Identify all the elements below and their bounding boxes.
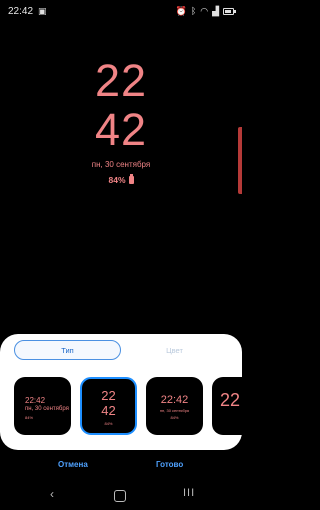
clock-battery: 84% <box>0 174 242 185</box>
wifi-icon: ◠ <box>200 5 209 16</box>
thumb-hour: 22 <box>101 388 116 403</box>
home-button[interactable] <box>114 490 126 502</box>
battery-icon <box>223 7 236 15</box>
status-bar: 22:42 ▣ ⏰ ᛒ ◠ ▟ <box>0 0 242 22</box>
status-time: 22:42 <box>8 5 34 17</box>
battery-icon <box>128 174 134 184</box>
alarm-icon: ⏰ <box>175 5 187 16</box>
thumb-date: пн, 30 сентября <box>159 408 190 413</box>
tab-type[interactable]: Тип <box>14 340 121 360</box>
edge-panel-handle[interactable] <box>238 127 242 194</box>
clock-style-sheet: Тип Цвет 22:42 пн, 30 сентября 84% 22 42… <box>0 334 242 450</box>
cancel-button[interactable]: Отмена <box>58 460 88 469</box>
clock-style-thumbnail-1[interactable]: 22:42 пн, 30 сентября 84% <box>14 377 71 435</box>
tab-row: Тип Цвет <box>0 340 242 362</box>
bottom-actions: Отмена Готово <box>0 454 242 476</box>
signal-icon: ▟ <box>212 5 219 16</box>
navigation-bar: ‹ III <box>0 484 242 508</box>
thumb-minute: 42 <box>101 403 116 418</box>
clock-style-thumbnail-4[interactable]: 22 <box>212 377 242 435</box>
thumb-hour: 22 <box>220 390 241 410</box>
status-right: ⏰ ᛒ ◠ ▟ <box>175 5 236 16</box>
clock-date: пн, 30 сентября <box>91 160 151 169</box>
image-icon: ▣ <box>38 5 47 16</box>
clock-hour: 22 <box>94 55 148 106</box>
thumbnail-row: 22:42 пн, 30 сентября 84% 22 42 84% 22:4… <box>0 376 242 436</box>
clock-style-thumbnail-2[interactable]: 22 42 84% <box>80 377 137 435</box>
thumb-time: 22:42 <box>25 396 46 405</box>
back-button[interactable]: ‹ <box>50 488 54 500</box>
thumb-battery: 84% <box>170 415 179 420</box>
bluetooth-icon: ᛒ <box>190 5 197 16</box>
thumb-battery: 84% <box>25 415 34 420</box>
clock-minute: 42 <box>94 104 148 155</box>
clock-style-thumbnail-3[interactable]: 22:42 пн, 30 сентября 84% <box>146 377 203 435</box>
status-left: 22:42 ▣ <box>8 6 47 17</box>
thumb-date: пн, 30 сентября <box>25 406 69 412</box>
done-button[interactable]: Готово <box>156 460 183 469</box>
tab-color[interactable]: Цвет <box>122 340 227 360</box>
thumb-time: 22:42 <box>160 394 189 406</box>
recent-apps-button[interactable]: III <box>183 488 195 499</box>
battery-percent: 84% <box>108 175 126 185</box>
thumb-battery: 84% <box>104 421 113 426</box>
